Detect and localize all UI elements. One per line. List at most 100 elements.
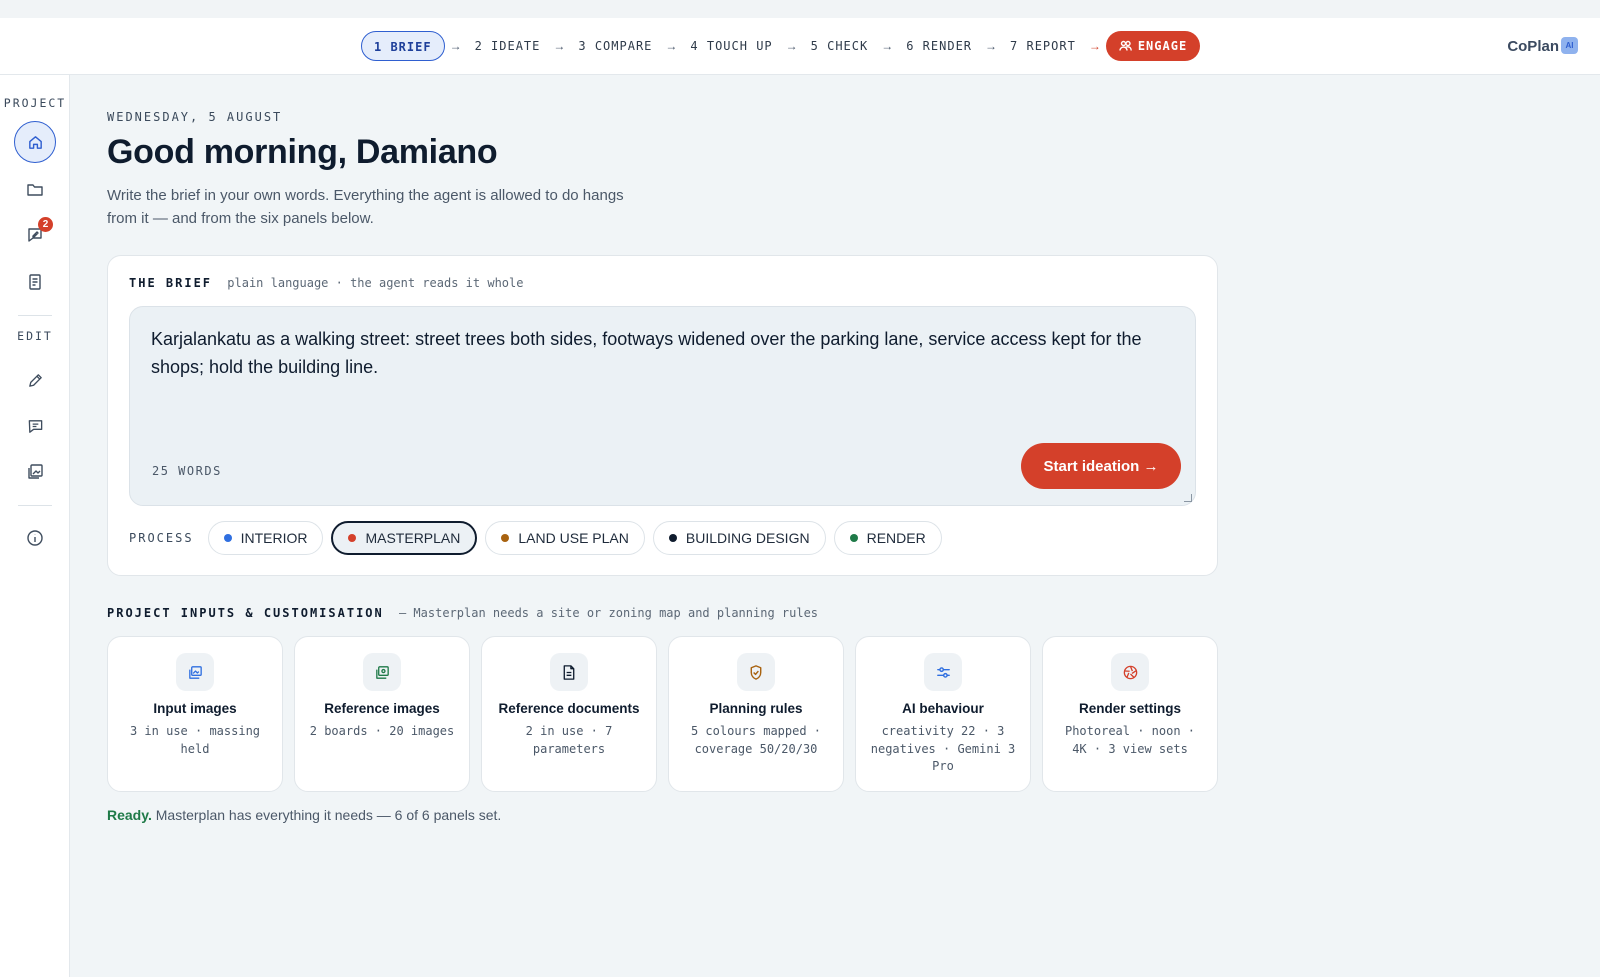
images-icon <box>28 464 43 479</box>
step-arrow-icon: → <box>553 39 566 53</box>
dot-icon <box>849 534 858 542</box>
step-touch-up[interactable]: 4 TOUCH UP <box>682 31 780 61</box>
panel-reference-documents[interactable]: Reference documents 2 in use · 7 paramet… <box>481 636 657 792</box>
panel-title: Reference documents <box>498 701 640 716</box>
process-label: PROCESS <box>129 531 194 545</box>
notification-badge: 2 <box>38 217 53 232</box>
logo-text: CoPlan <box>1507 38 1559 55</box>
sidebar: PROJECT 2 EDIT <box>0 75 70 977</box>
panel-detail: 3 in use · massing held <box>129 724 261 756</box>
panel-title: Input images <box>153 701 237 716</box>
step-ideate[interactable]: 2 IDEATE <box>467 31 549 61</box>
brief-title: THE BRIEF <box>129 276 213 290</box>
process-chip-masterplan[interactable]: MASTERPLAN <box>331 521 478 555</box>
pencil-icon <box>28 373 42 387</box>
image-icon <box>176 653 214 691</box>
inputs-title: PROJECT INPUTS & CUSTOMISATION <box>107 606 384 620</box>
process-chip-render[interactable]: RENDER <box>833 521 942 555</box>
page-title: Good morning, Damiano <box>107 133 498 171</box>
step-arrow-icon: → <box>665 39 678 53</box>
shield-check-icon <box>737 653 775 691</box>
panel-render-settings[interactable]: Render settings Photoreal · noon · 4K · … <box>1042 636 1218 792</box>
panel-planning-rules[interactable]: Planning rules 5 colours mapped · covera… <box>668 636 844 792</box>
panel-detail: creativity 22 · 3 negatives · Gemini 3 P… <box>870 724 1016 773</box>
brief-text[interactable]: Karjalankatu as a walking street: street… <box>151 325 1161 381</box>
panel-detail: 2 in use · 7 parameters <box>525 724 613 756</box>
logo-ai-badge: AI <box>1561 36 1578 54</box>
sidebar-item-documents[interactable] <box>15 262 55 302</box>
step-arrow-icon: → <box>449 39 462 53</box>
brief-textarea[interactable]: Karjalankatu as a walking street: street… <box>129 306 1196 506</box>
window-top-strip <box>0 0 1600 18</box>
folder-icon <box>27 184 43 196</box>
chip-label: MASTERPLAN <box>365 530 461 546</box>
sidebar-divider <box>18 505 52 506</box>
panel-ai-behaviour[interactable]: AI behaviour creativity 22 · 3 negatives… <box>855 636 1031 792</box>
chip-label: RENDER <box>866 530 926 546</box>
engage-button[interactable]: ENGAGE <box>1105 31 1201 61</box>
sliders-icon <box>924 653 962 691</box>
process-chip-interior[interactable]: INTERIOR <box>207 521 324 555</box>
workflow-steps: 1 BRIEF → 2 IDEATE → 3 COMPARE → 4 TOUCH… <box>361 31 1201 61</box>
panel-reference-images[interactable]: Reference images 2 boards · 20 images <box>294 636 470 792</box>
document-icon <box>29 274 41 290</box>
step-check[interactable]: 5 CHECK <box>803 31 877 61</box>
step-arrow-icon: → <box>1088 39 1101 53</box>
panel-input-images[interactable]: Input images 3 in use · massing held <box>107 636 283 792</box>
status-ready: Ready. <box>107 807 152 823</box>
engage-label: ENGAGE <box>1137 39 1188 53</box>
step-arrow-icon: → <box>985 39 998 53</box>
comment-icon <box>28 419 42 433</box>
panel-title: Planning rules <box>709 701 803 716</box>
panel-detail: 2 boards · 20 images <box>309 724 455 738</box>
status-text: Masterplan has everything it needs — 6 o… <box>155 807 502 823</box>
coplan-logo: CoPlan AI <box>1507 36 1578 55</box>
panel-detail: 5 colours mapped · coverage 50/20/30 <box>690 724 822 756</box>
page-lead: Write the brief in your own words. Every… <box>107 187 624 227</box>
step-brief[interactable]: 1 BRIEF <box>361 31 445 61</box>
brief-header: THE BRIEF plain language · the agent rea… <box>129 276 523 290</box>
current-date: WEDNESDAY, 5 AUGUST <box>107 110 283 124</box>
process-chip-building-design[interactable]: BUILDING DESIGN <box>652 521 826 555</box>
status-message: Ready. Masterplan has everything it need… <box>107 807 501 823</box>
chip-label: LAND USE PLAN <box>518 530 629 546</box>
brief-card: THE BRIEF plain language · the agent rea… <box>107 255 1218 576</box>
dot-icon <box>348 534 357 542</box>
chip-label: BUILDING DESIGN <box>685 530 810 546</box>
process-chip-land-use-plan[interactable]: LAND USE PLAN <box>485 521 645 555</box>
start-ideation-button[interactable]: Start ideation → <box>1021 443 1181 489</box>
sidebar-item-files[interactable] <box>15 170 55 210</box>
inputs-header: PROJECT INPUTS & CUSTOMISATION — Masterp… <box>107 606 818 620</box>
step-arrow-icon: → <box>785 39 798 53</box>
sidebar-item-comments[interactable] <box>15 406 55 446</box>
sidebar-item-info[interactable] <box>15 518 55 558</box>
info-icon <box>27 530 43 546</box>
sidebar-item-feedback[interactable]: 2 <box>15 215 55 255</box>
panel-title: Render settings <box>1078 701 1182 716</box>
step-compare[interactable]: 3 COMPARE <box>570 31 660 61</box>
people-icon <box>1119 40 1132 51</box>
aperture-icon <box>1111 653 1149 691</box>
step-report[interactable]: 7 REPORT <box>1002 31 1084 61</box>
home-icon <box>28 135 42 149</box>
panel-detail: Photoreal · noon · 4K · 3 view sets <box>1064 724 1196 756</box>
chip-label: INTERIOR <box>240 530 308 546</box>
gallery-icon <box>363 653 401 691</box>
dot-icon <box>501 534 510 542</box>
resize-handle-icon[interactable] <box>1184 494 1192 502</box>
input-panels: Input images 3 in use · massing held Ref… <box>107 636 1218 792</box>
step-arrow-icon: → <box>881 39 894 53</box>
word-count: 25 WORDS <box>152 464 222 478</box>
step-render[interactable]: 6 RENDER <box>898 31 980 61</box>
dot-icon <box>223 534 232 542</box>
sidebar-section-project: PROJECT <box>3 96 67 110</box>
sidebar-section-edit: EDIT <box>17 329 53 343</box>
dot-icon <box>668 534 677 542</box>
sidebar-item-home[interactable] <box>14 121 56 163</box>
sidebar-item-edit[interactable] <box>15 360 55 400</box>
document-icon <box>550 653 588 691</box>
top-bar: 1 BRIEF → 2 IDEATE → 3 COMPARE → 4 TOUCH… <box>0 18 1600 75</box>
panel-title: Reference images <box>324 701 440 716</box>
sidebar-item-gallery[interactable] <box>15 452 55 492</box>
process-selector: PROCESS INTERIOR MASTERPLAN LAND USE PLA… <box>129 521 942 555</box>
